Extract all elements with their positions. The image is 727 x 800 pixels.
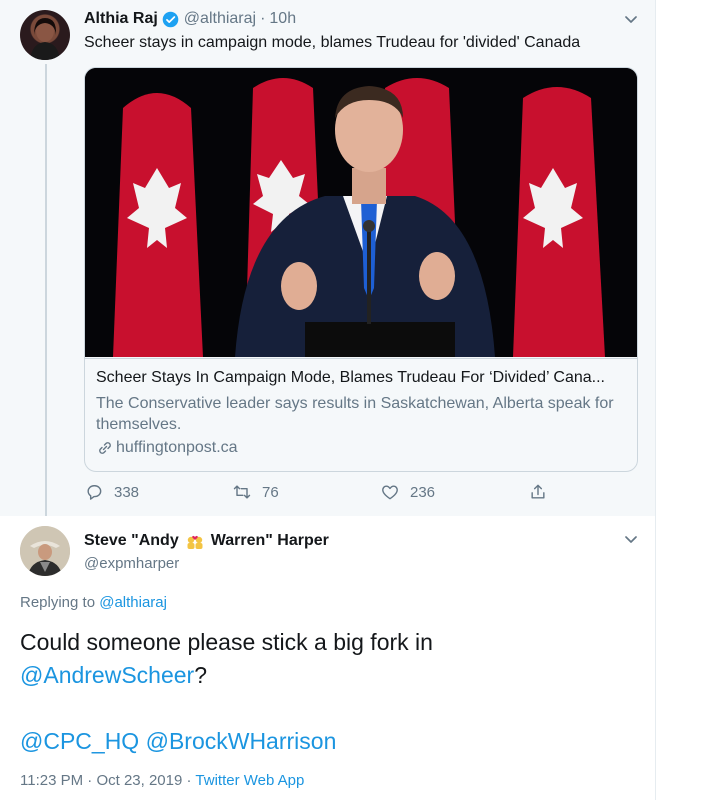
reply-count: 338 <box>114 483 140 501</box>
card-body[interactable]: Scheer Stays In Campaign Mode, Blames Tr… <box>85 358 637 471</box>
tweet-header: Althia Raj @althiaraj · 10h <box>84 10 296 28</box>
card-domain[interactable]: huffingtonpost.ca <box>96 439 238 457</box>
avatar[interactable] <box>20 526 70 576</box>
tweet-header: Steve "Andy Warren" Harper <box>84 532 329 550</box>
reply-button[interactable]: 338 <box>84 482 139 502</box>
flag-right <box>513 87 605 357</box>
share-icon <box>531 484 545 499</box>
tweet-text-line1: Could someone please stick a big fork in <box>20 629 433 655</box>
tweet-date[interactable]: Oct 23, 2019 <box>96 772 182 789</box>
retweet-icon <box>233 485 251 499</box>
tweet-metadata: 11:23 PM · Oct 23, 2019 · Twitter Web Ap… <box>20 772 304 789</box>
heart-icon <box>382 485 398 500</box>
reply-icon <box>87 485 102 500</box>
tweet-text-line4: @CPC_HQ @BrockWHarrison <box>20 725 635 758</box>
card-title[interactable]: Scheer Stays In Campaign Mode, Blames Tr… <box>96 369 626 387</box>
tweet-actions: 338 76 236 <box>84 482 564 506</box>
flag-left <box>113 93 203 357</box>
tweet-text: Could someone please stick a big fork in… <box>20 626 635 758</box>
mention-cpc-hq[interactable]: @CPC_HQ <box>20 728 139 754</box>
link-card[interactable]: Scheer Stays In Campaign Mode, Blames Tr… <box>84 67 638 472</box>
like-button[interactable]: 236 <box>380 482 435 502</box>
author-name-part2[interactable]: Warren" Harper <box>211 532 329 550</box>
avatar[interactable] <box>20 10 70 60</box>
link-icon <box>96 439 114 457</box>
replying-to: Replying to @althiaraj <box>20 594 167 611</box>
author-name-part1[interactable]: Steve "Andy <box>84 532 179 550</box>
author-handle[interactable]: @expmharper <box>84 555 179 572</box>
timeline-column: Althia Raj @althiaraj · 10h Scheer stays… <box>0 0 656 800</box>
separator-dot: · <box>260 10 266 27</box>
card-image <box>85 68 637 357</box>
couple-with-heart-emoji-icon <box>185 532 205 550</box>
retweet-button[interactable]: 76 <box>232 482 279 502</box>
thread-connector-line <box>45 64 47 516</box>
chevron-down-icon[interactable] <box>622 530 640 548</box>
question-mark: ? <box>194 662 208 688</box>
share-button[interactable] <box>528 482 558 502</box>
retweet-count: 76 <box>262 483 279 501</box>
tweet-time[interactable]: 11:23 PM <box>20 772 83 789</box>
replying-prefix: Replying to <box>20 594 96 611</box>
author-handle[interactable]: @althiaraj <box>184 10 256 28</box>
tweet-time[interactable]: 10h <box>269 10 296 28</box>
card-domain-text[interactable]: huffingtonpost.ca <box>116 439 238 457</box>
chevron-down-icon[interactable] <box>622 10 640 28</box>
tweet-text-line2: @AndrewScheer? <box>20 659 635 692</box>
replying-to-link[interactable]: @althiaraj <box>99 594 167 611</box>
like-count: 236 <box>410 483 436 501</box>
tweet-source[interactable]: Twitter Web App <box>195 772 304 789</box>
tweet-althia-raj[interactable]: Althia Raj @althiaraj · 10h Scheer stays… <box>0 0 655 516</box>
tweet-text: Scheer stays in campaign mode, blames Tr… <box>84 34 581 51</box>
card-description: The Conservative leader says results in … <box>96 395 614 433</box>
mention-brockwharrison[interactable]: @BrockWHarrison <box>146 728 337 754</box>
author-name[interactable]: Althia Raj <box>84 10 158 28</box>
verified-badge-icon <box>162 11 179 28</box>
mention-andrewscheer[interactable]: @AndrewScheer <box>20 662 194 688</box>
